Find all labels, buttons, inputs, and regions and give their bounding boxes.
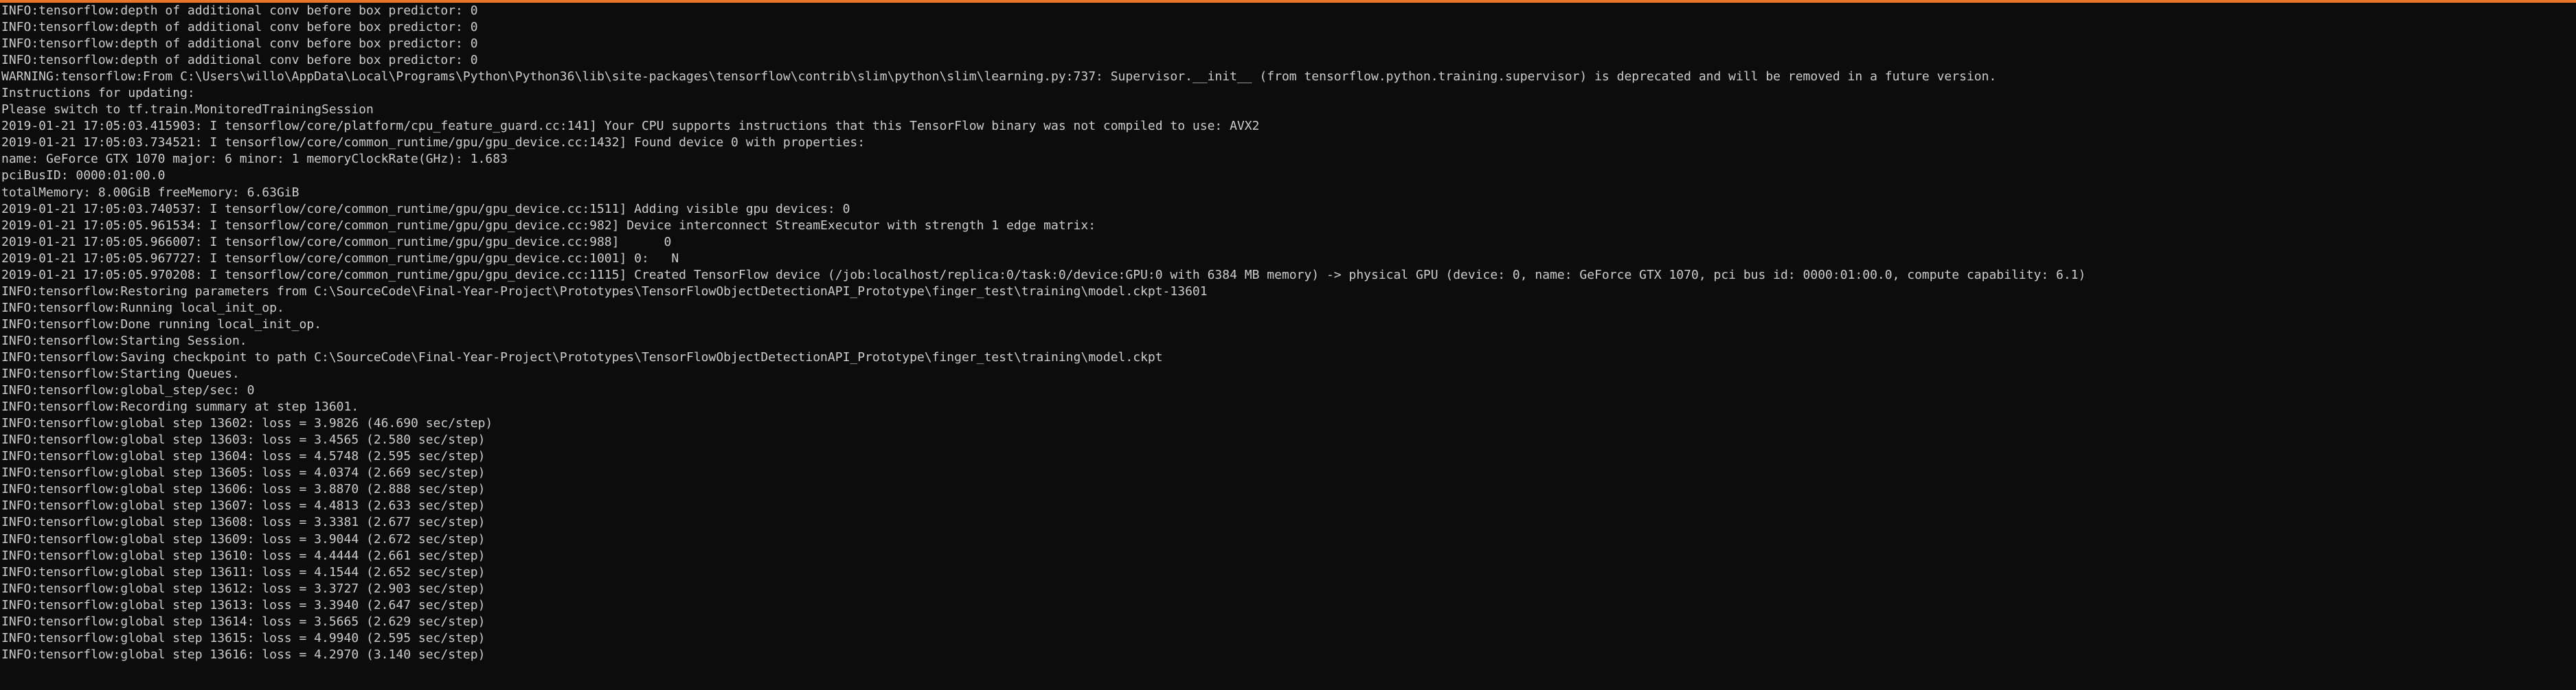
console-line: INFO:tensorflow:depth of additional conv…: [1, 36, 478, 51]
console-line: INFO:tensorflow:Starting Session.: [1, 333, 247, 348]
console-line: INFO:tensorflow:depth of additional conv…: [1, 53, 478, 68]
console-line: INFO:tensorflow:global step 13606: loss …: [1, 482, 486, 497]
console-line: 2019-01-21 17:05:03.740537: I tensorflow…: [1, 201, 850, 216]
console-line: 2019-01-21 17:05:05.961534: I tensorflow…: [1, 218, 1096, 233]
console-line: INFO:tensorflow:Recording summary at ste…: [1, 400, 359, 415]
console-line: INFO:tensorflow:global step 13607: loss …: [1, 498, 486, 514]
console-line: INFO:tensorflow:global step 13615: loss …: [1, 630, 486, 645]
console-line: INFO:tensorflow:global step 13610: loss …: [1, 548, 486, 563]
console-line: INFO:tensorflow:global step 13609: loss …: [1, 531, 486, 547]
console-line: INFO:tensorflow:global step 13616: loss …: [1, 647, 486, 662]
console-line: INFO:tensorflow:global step 13612: loss …: [1, 581, 486, 596]
console-line: INFO:tensorflow:global step 13605: loss …: [1, 465, 486, 481]
console-line: INFO:tensorflow:global step 13603: loss …: [1, 433, 486, 448]
console-line: INFO:tensorflow:global_step/sec: 0: [1, 383, 255, 398]
console-line: INFO:tensorflow:global step 13611: loss …: [1, 564, 486, 579]
console-line: INFO:tensorflow:global step 13608: loss …: [1, 515, 486, 530]
console-output[interactable]: INFO:tensorflow:depth of additional conv…: [1, 3, 2571, 689]
console-line: pciBusID: 0000:01:00.0: [1, 168, 166, 183]
console-line: INFO:tensorflow:Saving checkpoint to pat…: [1, 349, 1163, 365]
console-line: INFO:tensorflow:Running local_init_op.: [1, 300, 284, 315]
console-line: INFO:tensorflow:Starting Queues.: [1, 367, 240, 382]
console-line: INFO:tensorflow:global step 13614: loss …: [1, 614, 486, 629]
console-line: 2019-01-21 17:05:03.415903: I tensorflow…: [1, 119, 1260, 134]
console-line: INFO:tensorflow:depth of additional conv…: [1, 3, 478, 18]
console-line: Please switch to tf.train.MonitoredTrain…: [1, 102, 374, 117]
console-line: INFO:tensorflow:depth of additional conv…: [1, 20, 478, 35]
console-line: 2019-01-21 17:05:05.967727: I tensorflow…: [1, 251, 679, 266]
console-line: Instructions for updating:: [1, 86, 195, 101]
console-line: 2019-01-21 17:05:03.734521: I tensorflow…: [1, 135, 866, 150]
console-line: INFO:tensorflow:global step 13602: loss …: [1, 416, 493, 431]
console-line: INFO:tensorflow:global step 13604: loss …: [1, 449, 486, 464]
console-line: WARNING:tensorflow:From C:\Users\willo\A…: [1, 69, 1997, 84]
console-line: INFO:tensorflow:global step 13613: loss …: [1, 597, 486, 612]
console-line: name: GeForce GTX 1070 major: 6 minor: 1…: [1, 152, 508, 167]
console-line: 2019-01-21 17:05:05.970208: I tensorflow…: [1, 267, 2086, 282]
console-line: totalMemory: 8.00GiB freeMemory: 6.63GiB: [1, 185, 300, 200]
console-window[interactable]: INFO:tensorflow:depth of additional conv…: [0, 0, 2576, 690]
console-line: INFO:tensorflow:Done running local_init_…: [1, 317, 321, 332]
console-line: INFO:tensorflow:Restoring parameters fro…: [1, 284, 1208, 299]
console-line: 2019-01-21 17:05:05.966007: I tensorflow…: [1, 234, 672, 249]
